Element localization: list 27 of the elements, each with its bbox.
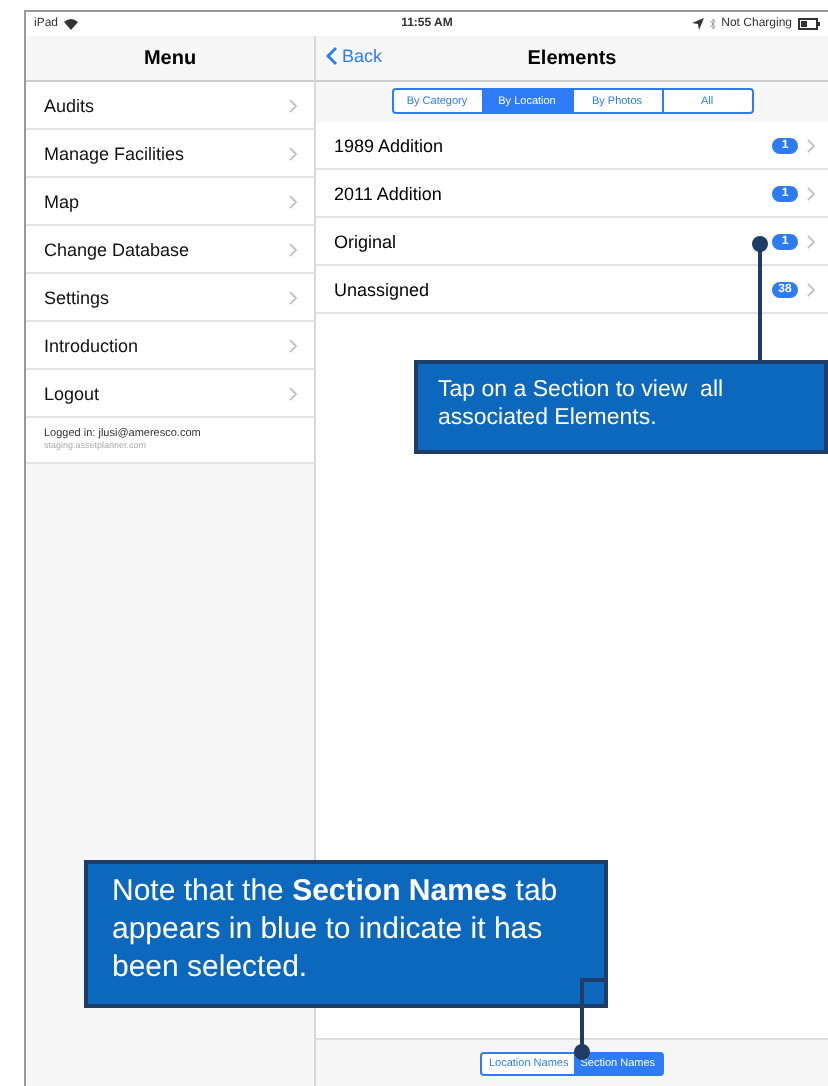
screen-title: Elements	[527, 47, 617, 69]
menu-item[interactable]: Map	[26, 178, 314, 226]
callout-text: Tap on a Section to view all associated Elements.	[438, 376, 726, 434]
wifi-icon	[64, 18, 79, 30]
chevron-icon	[288, 337, 298, 353]
chevron-icon	[806, 137, 816, 153]
back-button[interactable]: Back	[326, 46, 383, 66]
chevron-icon	[288, 241, 298, 257]
chevron-icon	[326, 46, 338, 66]
chevron-icon	[288, 385, 298, 401]
chevron-icon	[806, 185, 816, 201]
menu-item[interactable]: Settings	[26, 274, 314, 322]
menu-item[interactable]: Introduction	[26, 322, 314, 370]
battery-icon	[798, 18, 820, 30]
chevron-icon	[288, 289, 298, 305]
chevron-icon	[288, 145, 298, 161]
menu-item[interactable]: Change Database	[26, 226, 314, 274]
bluetooth-icon	[709, 18, 716, 30]
chevron-icon	[806, 281, 816, 297]
callout-text: Note that the Section Names tab appears in blue to indicate it has been selected.	[112, 874, 560, 987]
chevron-icon	[288, 193, 298, 209]
panel-title: Menu	[143, 47, 197, 69]
location-arrow-icon	[691, 18, 704, 30]
chevron-icon	[806, 233, 816, 249]
menu-item[interactable]: Manage Facilities	[26, 130, 314, 178]
menu-item[interactable]: Audits	[26, 82, 314, 130]
chevron-icon	[288, 97, 298, 113]
